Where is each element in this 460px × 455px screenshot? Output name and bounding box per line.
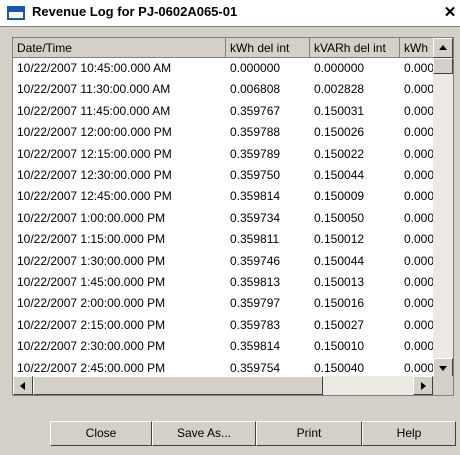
cell-datetime: 10/22/2007 1:30:00.000 PM <box>17 253 166 268</box>
cell-kwh: 0.000 <box>404 146 433 161</box>
cell-kwh-del-int: 0.359754 <box>230 360 281 375</box>
table-row[interactable]: 10/22/2007 2:00:00.000 PM 0.359797 0.15001… <box>13 293 433 314</box>
cell-kvarh-del-int: 0.150026 <box>314 125 365 140</box>
cell-datetime: 10/22/2007 2:30:00.000 PM <box>17 339 166 354</box>
cell-kwh-del-int: 0.359746 <box>230 253 281 268</box>
cell-datetime: 10/22/2007 10:45:00.000 AM <box>17 61 172 75</box>
cell-datetime: 10/22/2007 12:15:00.000 PM <box>17 146 172 161</box>
cell-kvarh-del-int: 0.150050 <box>314 210 365 225</box>
cell-datetime: 10/22/2007 1:45:00.000 PM <box>17 275 166 289</box>
revenue-log-list[interactable]: Date/Time kWh del int kVARh del int kWh … <box>12 37 454 396</box>
cell-kvarh-del-int: 0.150044 <box>314 168 365 182</box>
window-icon <box>7 6 25 20</box>
column-header-datetime[interactable]: Date/Time <box>13 38 226 58</box>
cell-kvarh-del-int: 0.000000 <box>314 61 365 75</box>
horizontal-scrollbar[interactable] <box>13 376 433 395</box>
cell-kvarh-del-int: 0.150040 <box>314 360 365 375</box>
cell-datetime: 10/22/2007 2:15:00.000 PM <box>17 317 166 332</box>
cell-kwh-del-int: 0.359814 <box>230 339 281 354</box>
cell-datetime: 10/22/2007 11:45:00.000 AM <box>17 103 171 118</box>
revenue-log-window: Revenue Log for PJ-0602A065-01 ✕ Date/Ti… <box>0 0 460 455</box>
cell-datetime: 10/22/2007 12:30:00.000 PM <box>17 168 172 182</box>
column-header-kwh-del-int[interactable]: kWh del int <box>226 38 310 58</box>
table-row[interactable]: 10/22/2007 10:45:00.000 AM 0.000000 0.0000… <box>13 58 433 79</box>
cell-kvarh-del-int: 0.150027 <box>314 317 365 332</box>
title-bar[interactable]: Revenue Log for PJ-0602A065-01 ✕ <box>0 0 460 27</box>
table-row[interactable]: 10/22/2007 1:00:00.000 PM 0.359734 0.15005… <box>13 208 433 229</box>
cell-kwh: 0.000 <box>404 125 433 140</box>
table-row[interactable]: 10/22/2007 12:45:00.000 PM 0.359814 0.1500… <box>13 186 433 207</box>
print-button[interactable]: Print <box>256 421 362 446</box>
cell-kwh-del-int: 0.359750 <box>230 168 281 182</box>
list-rows: 10/22/2007 10:45:00.000 AM 0.000000 0.0000… <box>13 58 433 378</box>
cell-kwh: 0.000 <box>404 61 433 75</box>
cell-kwh: 0.000 <box>404 168 433 182</box>
cell-kwh-del-int: 0.359811 <box>230 232 280 247</box>
cell-datetime: 10/22/2007 11:30:00.000 AM <box>17 82 171 97</box>
table-row[interactable]: 10/22/2007 2:15:00.000 PM 0.359783 0.15002… <box>13 315 433 336</box>
cell-datetime: 10/22/2007 12:45:00.000 PM <box>17 189 172 204</box>
table-row[interactable]: 10/22/2007 1:30:00.000 PM 0.359746 0.15004… <box>13 251 433 272</box>
cell-kwh-del-int: 0.359797 <box>230 296 281 311</box>
cell-kwh: 0.000 <box>404 82 433 97</box>
horizontal-scroll-thumb[interactable] <box>33 376 323 395</box>
vertical-scrollbar[interactable] <box>433 38 453 378</box>
vertical-scroll-thumb[interactable] <box>433 58 453 74</box>
cell-kvarh-del-int: 0.150013 <box>314 275 365 289</box>
cell-kwh: 0.000 <box>404 317 433 332</box>
arrow-up-icon[interactable] <box>433 38 453 58</box>
cell-datetime: 10/22/2007 2:45:00.000 PM <box>17 360 166 375</box>
cell-kvarh-del-int: 0.150016 <box>314 296 365 311</box>
cell-kvarh-del-int: 0.150044 <box>314 253 365 268</box>
close-icon[interactable]: ✕ <box>440 3 460 23</box>
cell-datetime: 10/22/2007 12:00:00.000 PM <box>17 125 172 140</box>
help-button[interactable]: Help <box>362 421 456 446</box>
cell-kwh-del-int: 0.359788 <box>230 125 281 140</box>
save-as-button[interactable]: Save As... <box>152 421 256 446</box>
cell-kvarh-del-int: 0.150031 <box>314 103 365 118</box>
table-row[interactable]: 10/22/2007 12:30:00.000 PM 0.359750 0.1500… <box>13 165 433 186</box>
column-header: Date/Time kWh del int kVARh del int kWh <box>13 38 440 58</box>
cell-datetime: 10/22/2007 2:00:00.000 PM <box>17 296 166 311</box>
cell-kwh: 0.000 <box>404 189 433 204</box>
cell-kvarh-del-int: 0.150012 <box>314 232 365 247</box>
cell-kvarh-del-int: 0.150010 <box>314 339 365 354</box>
cell-kwh: 0.000 <box>404 253 433 268</box>
scrollbar-corner <box>433 376 453 395</box>
cell-kwh: 0.000 <box>404 360 433 375</box>
window-title: Revenue Log for PJ-0602A065-01 <box>32 4 238 19</box>
cell-kwh-del-int: 0.359783 <box>230 317 281 332</box>
cell-kwh-del-int: 0.359814 <box>230 189 281 204</box>
cell-kwh: 0.000 <box>404 232 433 247</box>
cell-kwh: 0.000 <box>404 275 433 289</box>
cell-kwh-del-int: 0.006808 <box>230 82 281 97</box>
cell-kwh: 0.000 <box>404 296 433 311</box>
cell-kwh-del-int: 0.359813 <box>230 275 281 289</box>
cell-kvarh-del-int: 0.002828 <box>314 82 365 97</box>
arrow-right-icon[interactable] <box>413 376 433 395</box>
arrow-down-icon[interactable] <box>433 358 453 378</box>
cell-kwh: 0.000 <box>404 210 433 225</box>
cell-kwh-del-int: 0.359767 <box>230 103 281 118</box>
cell-kwh-del-int: 0.359789 <box>230 146 281 161</box>
table-row[interactable]: 10/22/2007 11:45:00.000 AM 0.359767 0.1500… <box>13 101 433 122</box>
cell-kvarh-del-int: 0.150009 <box>314 189 365 204</box>
cell-datetime: 10/22/2007 1:15:00.000 PM <box>17 232 166 247</box>
table-row[interactable]: 10/22/2007 12:00:00.000 PM 0.359788 0.1500… <box>13 122 433 143</box>
cell-kwh: 0.000 <box>404 103 433 118</box>
cell-kwh: 0.000 <box>404 339 433 354</box>
table-row[interactable]: 10/22/2007 1:15:00.000 PM 0.359811 0.15001… <box>13 229 433 250</box>
cell-datetime: 10/22/2007 1:00:00.000 PM <box>17 210 166 225</box>
table-row[interactable]: 10/22/2007 1:45:00.000 PM 0.359813 0.15001… <box>13 272 433 293</box>
cell-kvarh-del-int: 0.150022 <box>314 146 365 161</box>
table-row[interactable]: 10/22/2007 2:45:00.000 PM 0.359754 0.15004… <box>13 358 433 378</box>
cell-kwh-del-int: 0.000000 <box>230 61 281 75</box>
table-row[interactable]: 10/22/2007 11:30:00.000 AM 0.006808 0.0028… <box>13 79 433 100</box>
arrow-left-icon[interactable] <box>13 376 33 395</box>
column-header-kvarh-del-int[interactable]: kVARh del int <box>310 38 400 58</box>
close-button[interactable]: Close <box>50 421 152 446</box>
table-row[interactable]: 10/22/2007 2:30:00.000 PM 0.359814 0.15001… <box>13 336 433 357</box>
cell-kwh-del-int: 0.359734 <box>230 210 281 225</box>
table-row[interactable]: 10/22/2007 12:15:00.000 PM 0.359789 0.1500… <box>13 144 433 165</box>
